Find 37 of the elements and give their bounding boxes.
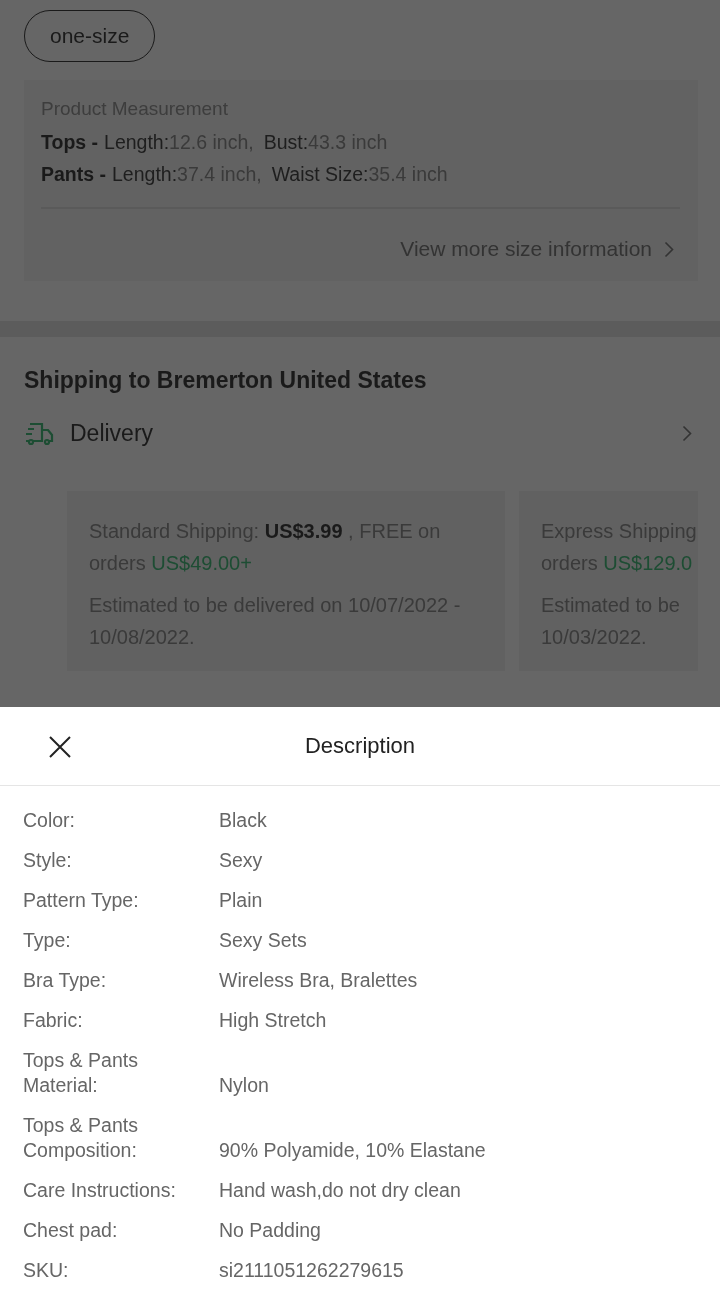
attribute-label: Style: [23, 848, 73, 873]
attribute-value: Sexy [219, 848, 264, 873]
sheet-title: Description [304, 733, 415, 759]
part-name: Tops - [41, 130, 99, 155]
attribute-label: Pattern Type: [23, 888, 140, 913]
attribute-value: Sexy Sets [219, 928, 308, 953]
free-threshold: US$49.00+ [151, 552, 252, 574]
attribute-label: Chest pad: [23, 1218, 119, 1243]
measurement-label: Waist Size: [271, 162, 369, 187]
attribute-label: Color: [23, 808, 77, 833]
attribute-label: Fabric: [23, 1008, 84, 1033]
attribute-label: Bra Type: [23, 968, 108, 993]
attribute-value: Black [219, 808, 268, 833]
measurement-label: Bust: [263, 130, 309, 155]
attribute-label: Type: [23, 928, 72, 953]
measurement-label: Length: [112, 162, 178, 187]
shipping-heading: Shipping to Bremerton United States [24, 367, 428, 394]
attribute-value: 90% Polyamide, 10% Elastane [219, 1138, 487, 1163]
attribute-value: Nylon [219, 1073, 270, 1098]
free-threshold: US$129.0 [603, 552, 693, 574]
attribute-value: No Padding [219, 1218, 322, 1243]
truck-icon [24, 421, 54, 446]
attribute-value: Hand wash,do not dry clean [219, 1178, 462, 1203]
chevron-icon [664, 240, 674, 258]
shipping-price: US$3.99 [264, 520, 343, 542]
attribute-label: Tops & Pants Composition: [23, 1113, 139, 1163]
attribute-value: Wireless Bra, Bralettes [219, 968, 419, 993]
attribute-label: Tops & Pants Material: [23, 1048, 139, 1098]
attribute-value: High Stretch [219, 1008, 328, 1033]
attribute-label: Care Instructions: [23, 1178, 177, 1203]
part-name: Pants - [41, 162, 106, 187]
attribute-label: SKU: [23, 1258, 70, 1283]
delivery-label: Delivery [70, 420, 155, 447]
attribute-value: si2111051262279615 [219, 1258, 405, 1283]
measurement-label: Length: [104, 130, 170, 155]
attribute-value: Plain [219, 888, 264, 913]
chevron-icon [682, 425, 692, 442]
